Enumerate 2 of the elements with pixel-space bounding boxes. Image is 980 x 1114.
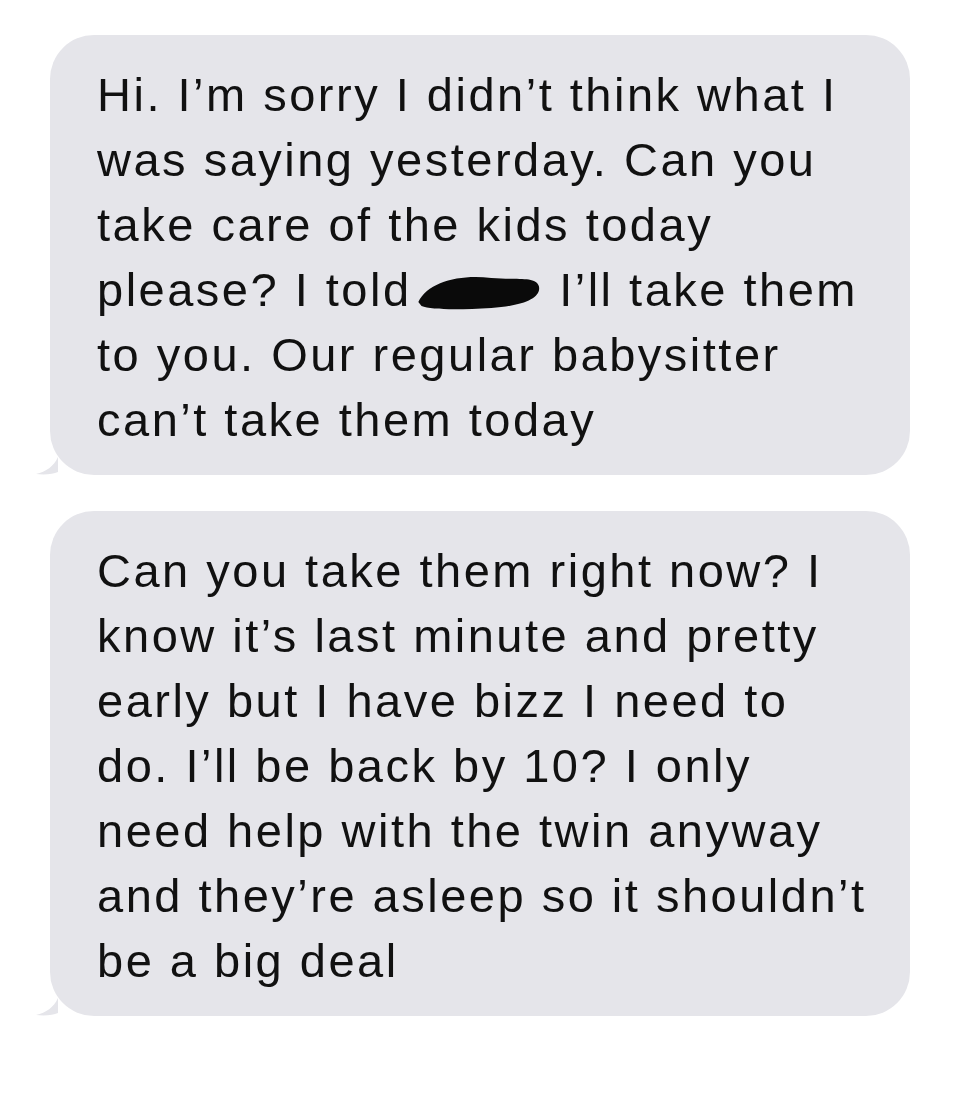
message-text: Can you take them right now? I know it’s last minute and pretty early but I have bizz I need to do. I’ll be back by 10? I only need help with the twin anyway and they’re asleep so it shouldn’t be a big deal — [97, 543, 868, 989]
message-text: Hi. I’m sorry I didn’t think what I was saying yesterday. Can you take care of the kids today please? I told I’ll take them to you. Our regular babysitter can’t take them today — [97, 67, 859, 448]
